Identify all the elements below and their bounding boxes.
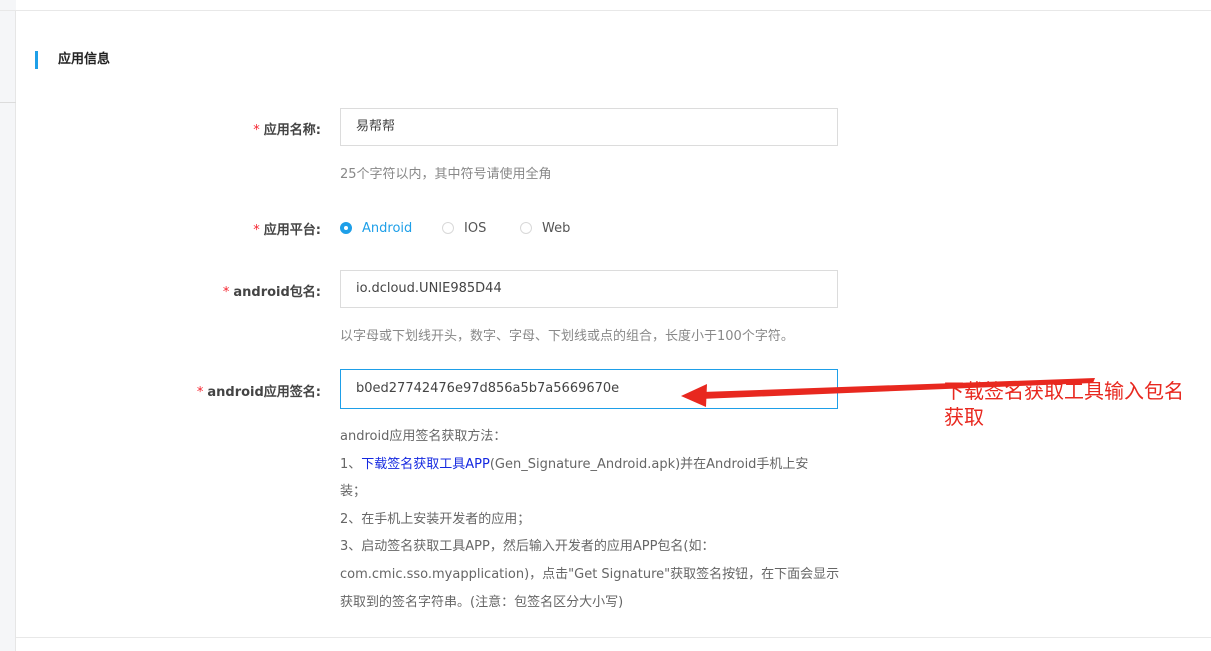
package-name-label-text: android包名: [233, 285, 321, 300]
app-name-input[interactable]: 易帮帮 [340, 108, 838, 146]
platform-label: * 应用平台: [253, 219, 321, 238]
help-title: android应用签名获取方法： [340, 429, 507, 444]
help-step-1-prefix: 1、 [340, 456, 362, 472]
download-tool-link[interactable]: 下载签名获取工具APP [361, 457, 490, 472]
help-step-1-suffix: (Gen_Signature_Android.apk)并在Android手机上安 [489, 456, 809, 472]
rail-divider [0, 102, 16, 103]
radio-ios-label: IOS [464, 220, 487, 236]
app-name-label: * 应用名称: [253, 119, 321, 138]
app-name-label-text: 应用名称: [263, 123, 321, 138]
radio-web-label: Web [542, 220, 571, 236]
radio-android[interactable]: Android [340, 218, 412, 238]
package-name-input[interactable]: io.dcloud.UNIE985D44 [340, 270, 838, 308]
bottom-divider [16, 637, 1211, 638]
annotation-line-2: 获取 [944, 405, 984, 429]
annotation-note: 下载签名获取工具输入包名 获取 [944, 378, 1206, 430]
radio-ios[interactable]: IOS [442, 218, 486, 238]
annotation-line-1: 下载签名获取工具输入包名 [944, 379, 1184, 403]
signature-label-text: android应用签名: [207, 385, 321, 400]
required-mark: * [196, 385, 204, 400]
signature-help: android应用签名获取方法： 1、下载签名获取工具APP(Gen_Signa… [340, 423, 850, 616]
signature-label: * android应用签名: [197, 381, 321, 400]
required-mark: * [253, 223, 260, 238]
required-mark: * [253, 123, 260, 138]
help-step-2: 2、在手机上安装开发者的应用； [340, 511, 531, 527]
required-mark: * [222, 285, 230, 300]
help-step-3-line-1: 3、启动签名获取工具APP，然后输入开发者的应用APP包名(如： [340, 539, 715, 555]
section-accent-bar [35, 51, 38, 69]
radio-checked-icon [340, 222, 352, 234]
signature-input[interactable]: b0ed27742476e97d856a5b7a5669670e [340, 369, 838, 409]
radio-web[interactable]: Web [520, 218, 570, 238]
platform-label-text: 应用平台: [263, 223, 321, 238]
section-title: 应用信息 [58, 52, 111, 67]
radio-unchecked-icon [442, 222, 454, 234]
top-divider [0, 10, 1211, 11]
help-step-1: 1、下载签名获取工具APP(Gen_Signature_Android.apk)… [340, 451, 850, 479]
radio-android-label: Android [362, 220, 413, 236]
help-step-3-line-3: 获取到的签名字符串。(注意：包签名区分大小写) [340, 594, 624, 610]
app-name-hint: 25个字符以内，其中符号请使用全角 [340, 167, 552, 182]
package-name-hint: 以字母或下划线开头，数字、字母、下划线或点的组合，长度小于100个字符。 [340, 329, 794, 344]
left-rail [0, 0, 16, 651]
help-step-1-wrap: 装； [340, 484, 367, 500]
radio-unchecked-icon [520, 222, 532, 234]
package-name-label: * android包名: [223, 281, 321, 300]
help-step-3-line-2: com.cmic.sso.myapplication)，点击"Get Signa… [340, 566, 840, 582]
